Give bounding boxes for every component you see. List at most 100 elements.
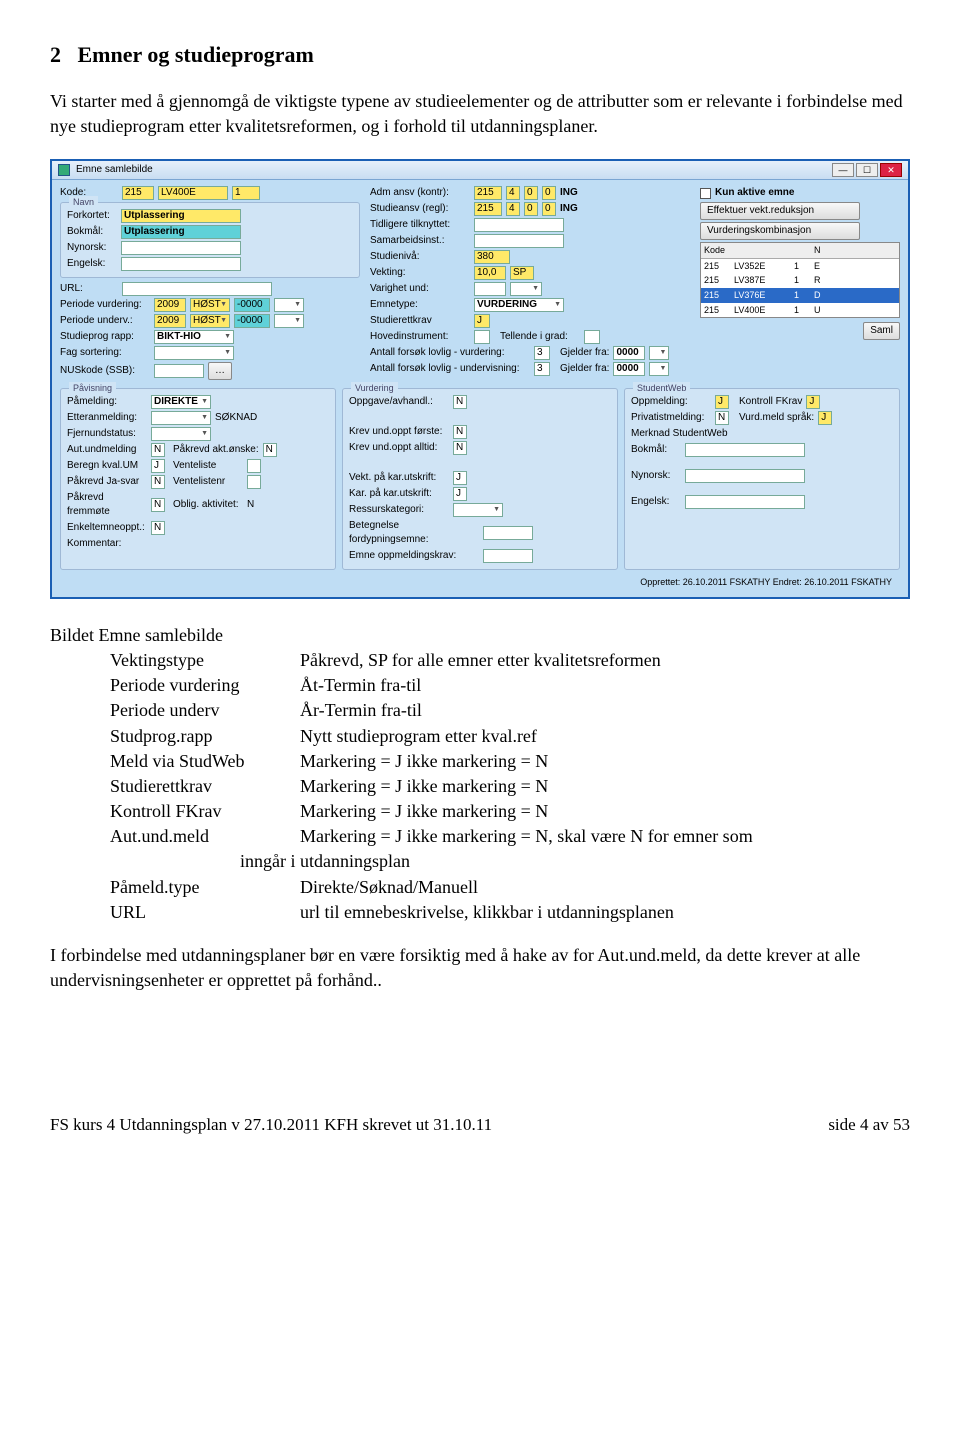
maximize-button[interactable]: ☐ (856, 163, 878, 177)
field-adm-b[interactable]: 4 (506, 186, 520, 200)
field-kode-b[interactable]: LV400E (158, 186, 228, 200)
field-nynorsk[interactable] (121, 241, 241, 255)
label-pakrevd-akt: Påkrevd akt.ønske: (173, 443, 259, 457)
list-row[interactable]: 215LV376E1D (701, 288, 899, 303)
checkbox-kun-aktive[interactable] (700, 188, 711, 199)
label-oblig: Oblig. aktivitet: (173, 498, 243, 512)
field-vekting-a[interactable]: 10,0 (474, 266, 506, 280)
close-button[interactable]: ✕ (880, 163, 902, 177)
label-sw-bokmal: Bokmål: (631, 443, 681, 457)
field-pv-dd[interactable] (274, 298, 304, 312)
button-effektuer[interactable]: Effektuer vekt.reduksjon (700, 202, 860, 220)
field-oppgave[interactable]: N (453, 395, 467, 409)
definition-row: Meld via StudWebMarkering = J ikke marke… (110, 749, 910, 774)
field-pakrevd-fremm[interactable]: N (151, 498, 165, 512)
label-forkortet: Forkortet: (67, 209, 117, 223)
field-nuskode[interactable] (154, 364, 204, 378)
field-pu-term[interactable]: HØST (190, 314, 230, 328)
field-gjelder[interactable]: 0000 (613, 346, 645, 360)
field-adm-a[interactable]: 215 (474, 186, 502, 200)
field-kode-a[interactable]: 215 (122, 186, 154, 200)
field-adm-c[interactable]: 0 (524, 186, 538, 200)
field-emnetype[interactable]: VURDERING (474, 298, 564, 312)
field-bokmal[interactable]: Utplassering (121, 225, 241, 239)
field-varighet-dd[interactable] (510, 282, 542, 296)
label-kontroll: Kontroll FKrav (739, 395, 802, 409)
field-fagsort[interactable] (154, 346, 234, 360)
field-oppmelding[interactable]: J (715, 395, 729, 409)
field-antall-und[interactable]: 3 (534, 362, 550, 376)
definition-row: Kontroll FKravMarkering = J ikke markeri… (110, 799, 910, 824)
list-row[interactable]: 215LV400E1U (701, 303, 899, 318)
field-sw-bokmal[interactable] (685, 443, 805, 457)
field-betegnelse[interactable] (483, 526, 533, 540)
field-studierettkrav[interactable]: J (474, 314, 490, 328)
field-vekt-kar[interactable]: J (453, 471, 467, 485)
field-url[interactable] (122, 282, 272, 296)
field-fjernund[interactable] (151, 427, 211, 441)
button-saml[interactable]: Saml (863, 322, 900, 340)
minimize-button[interactable]: — (832, 163, 854, 177)
field-forkortet[interactable]: Utplassering (121, 209, 241, 223)
field-pu-to[interactable]: -0000 (234, 314, 270, 328)
field-vurdmeld[interactable]: J (818, 411, 832, 425)
list-row[interactable]: 215LV352E1E (701, 259, 899, 274)
field-sa-a[interactable]: 215 (474, 202, 502, 216)
field-sa-b[interactable]: 4 (506, 202, 520, 216)
field-beregn[interactable]: J (151, 459, 165, 473)
label-periode-underv: Periode underv.: (60, 314, 150, 328)
field-vekting-b[interactable]: SP (510, 266, 534, 280)
label-antall-vurd: Antall forsøk lovlig - vurdering: (370, 346, 530, 360)
field-pamelding[interactable]: DIREKTE (151, 395, 211, 409)
field-kontroll[interactable]: J (806, 395, 820, 409)
definition-row: Aut.und.meldMarkering = J ikke markering… (110, 824, 910, 849)
label-ressurs: Ressurskategori: (349, 503, 449, 517)
field-sa-c[interactable]: 0 (524, 202, 538, 216)
button-vurdkomb[interactable]: Vurderingskombinasjon (700, 222, 860, 240)
field-samarbeid[interactable] (474, 234, 564, 248)
field-emne-oppm[interactable] (483, 549, 533, 563)
field-adm-d[interactable]: 0 (542, 186, 556, 200)
field-pakrevd-akt[interactable]: N (263, 443, 277, 457)
nuskode-browse-button[interactable]: … (208, 362, 232, 380)
field-varighet[interactable] (474, 282, 506, 296)
field-pv-year[interactable]: 2009 (154, 298, 186, 312)
field-studieprog[interactable]: BIKT-HIO (154, 330, 234, 344)
field-sw-nynorsk[interactable] (685, 469, 805, 483)
field-pakrevd-ja[interactable]: N (151, 475, 165, 489)
field-pu-year[interactable]: 2009 (154, 314, 186, 328)
field-pu-dd[interactable] (274, 314, 304, 328)
field-tidligere[interactable] (474, 218, 564, 232)
field-pv-to[interactable]: -0000 (234, 298, 270, 312)
field-gjelder2-dd[interactable] (649, 362, 669, 376)
field-venteliste[interactable] (247, 459, 261, 473)
field-krev-forste[interactable]: N (453, 425, 467, 439)
field-gjelder-dd[interactable] (649, 346, 669, 360)
field-pv-term[interactable]: HØST (190, 298, 230, 312)
field-engelsk[interactable] (121, 257, 241, 271)
field-autund[interactable]: N (151, 443, 165, 457)
field-etteranmeld[interactable] (151, 411, 211, 425)
field-ventelistenr[interactable] (247, 475, 261, 489)
field-privatist[interactable]: N (715, 411, 729, 425)
label-pamelding: Påmelding: (67, 395, 147, 409)
label-samarbeid: Samarbeidsinst.: (370, 234, 470, 248)
field-sw-engelsk[interactable] (685, 495, 805, 509)
window-title: Emne samlebilde (76, 163, 153, 177)
field-kode-c[interactable]: 1 (232, 186, 260, 200)
field-hovedinstr[interactable] (474, 330, 490, 344)
field-sa-d[interactable]: 0 (542, 202, 556, 216)
field-enkeltemne[interactable]: N (151, 521, 165, 535)
definition-row: StudierettkravMarkering = J ikke markeri… (110, 774, 910, 799)
label-fagsort: Fag sortering: (60, 346, 150, 360)
field-kar-kar[interactable]: J (453, 487, 467, 501)
field-krev-alltid[interactable]: N (453, 441, 467, 455)
field-studieniva[interactable]: 380 (474, 250, 510, 264)
emne-list[interactable]: KodeN 215LV352E1E215LV387E1R215LV376E1D2… (700, 242, 900, 318)
field-antall-vurd[interactable]: 3 (534, 346, 550, 360)
label-tidligere: Tidligere tilknyttet: (370, 218, 470, 232)
field-gjelder2[interactable]: 0000 (613, 362, 645, 376)
list-row[interactable]: 215LV387E1R (701, 273, 899, 288)
field-tellende[interactable] (584, 330, 600, 344)
field-ressurs[interactable] (453, 503, 503, 517)
